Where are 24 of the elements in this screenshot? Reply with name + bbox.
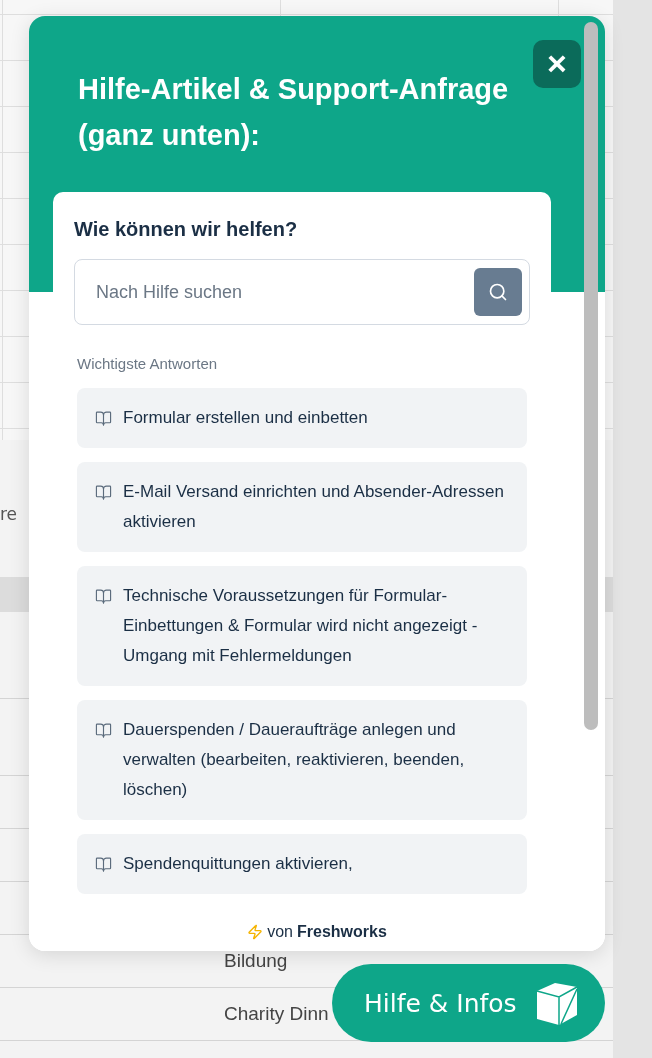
close-button[interactable]: × [533, 40, 581, 88]
brand-link[interactable]: Freshworks [297, 922, 387, 941]
footer-text: von [267, 922, 293, 941]
book-icon [95, 856, 112, 873]
book-icon [95, 484, 112, 501]
article-item[interactable]: Spendenquittungen aktivieren, [77, 834, 527, 894]
book-icon [95, 588, 112, 605]
search-button[interactable] [474, 268, 522, 316]
article-item[interactable]: Dauerspenden / Daueraufträge anlegen und verwalten (bearbeiten, reaktivieren, beenden, löschen) [77, 700, 527, 820]
book-icon [95, 410, 112, 427]
article-item[interactable]: Formular erstellen und einbetten [77, 388, 527, 448]
table-cell: Bildung [224, 950, 288, 972]
card-heading: Wie können wir helfen? [74, 218, 299, 241]
search-field[interactable]: Nach Hilfe suchen [74, 259, 530, 325]
scrollbar-thumb[interactable] [584, 22, 598, 730]
widget-title: Hilfe-Artikel & Support-Anfrage (ganz unten): [78, 72, 510, 153]
search-icon [488, 282, 508, 302]
article-item[interactable]: Technische Voraussetzungen für Formular-Einbettungen & Formular wird nicht angezeigt - Umgang mit Fehlermeldungen [77, 566, 527, 686]
table-text: re [0, 503, 18, 524]
table-cell: Charity Dinn [224, 1003, 329, 1025]
book-icon [95, 722, 112, 739]
article-item[interactable]: E-Mail Versand einrichten und Absender-Adressen aktivieren [77, 462, 527, 552]
lightning-icon [247, 923, 264, 940]
section-title: Wichtigste Antworten [77, 355, 219, 372]
